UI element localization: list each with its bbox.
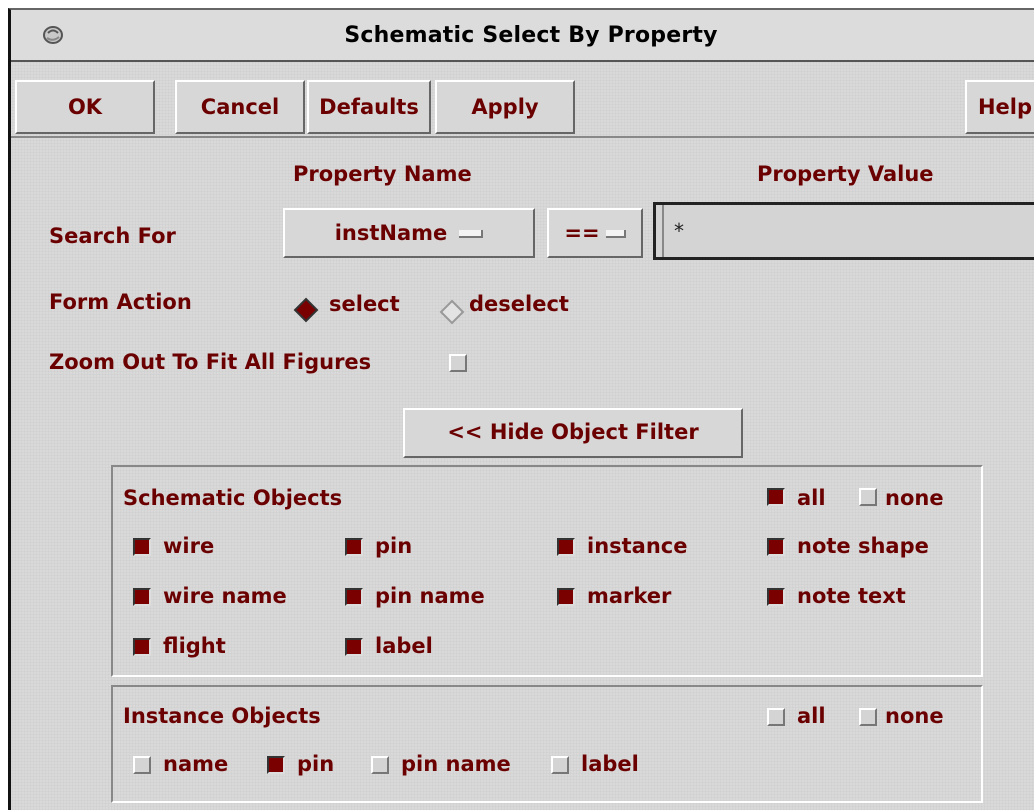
instance-objects-title: Instance Objects [123,704,321,728]
instance-none-checkbox[interactable] [859,708,877,726]
schematic-none-checkbox[interactable] [859,488,877,506]
zoom-out-checkbox[interactable] [449,354,467,372]
property-name-dropdown[interactable]: instName [283,208,535,258]
instance-pin-label[interactable]: pin [297,752,334,776]
toolbar-divider [11,136,1034,138]
instance-pin-checkbox[interactable] [267,756,285,774]
instance-all-checkbox[interactable] [767,708,785,726]
schematic-instance-checkbox[interactable] [557,538,575,556]
property-value-header: Property Value [757,162,934,186]
defaults-button[interactable]: Defaults [307,80,431,134]
deselect-radio-icon[interactable] [439,299,465,325]
schematic-note-text-label[interactable]: note text [797,584,906,608]
schematic-label-label[interactable]: label [375,634,433,658]
apply-button[interactable]: Apply [435,80,575,134]
search-for-label: Search For [49,224,176,248]
schematic-flight-checkbox[interactable] [133,638,151,656]
window-title: Schematic Select By Property [344,23,718,48]
operator-dropdown[interactable]: == [547,208,643,258]
schematic-pin-label[interactable]: pin [375,534,412,558]
instance-objects-group [111,685,983,803]
instance-name-checkbox[interactable] [133,756,151,774]
schematic-pin-checkbox[interactable] [345,538,363,556]
form-action-label: Form Action [49,290,192,314]
property-name-header: Property Name [293,162,472,186]
schematic-pin-name-checkbox[interactable] [345,588,363,606]
dialog-window: Schematic Select By Property OK Cancel D… [8,8,1034,810]
cancel-button[interactable]: Cancel [175,80,305,134]
schematic-none-label[interactable]: none [885,486,944,510]
input-inner-edge [662,205,664,257]
schematic-all-checkbox[interactable] [767,488,785,506]
deselect-radio-label[interactable]: deselect [469,292,569,316]
help-button[interactable]: Help [965,80,1034,134]
property-value-text: * [674,219,684,243]
schematic-instance-label[interactable]: instance [587,534,688,558]
instance-pin-name-label[interactable]: pin name [401,752,511,776]
select-radio-icon[interactable] [293,297,319,323]
property-name-value: instName [334,221,448,245]
instance-label-label[interactable]: label [581,752,639,776]
schematic-wire-name-label[interactable]: wire name [163,584,287,608]
schematic-note-text-checkbox[interactable] [767,588,785,606]
instance-none-label[interactable]: none [885,704,944,728]
instance-pin-name-checkbox[interactable] [371,756,389,774]
schematic-all-label[interactable]: all [797,486,826,510]
dropdown-indicator-icon [605,230,626,238]
schematic-wire-name-checkbox[interactable] [133,588,151,606]
schematic-wire-checkbox[interactable] [133,538,151,556]
ok-button[interactable]: OK [15,80,155,134]
select-radio-label[interactable]: select [329,292,400,316]
property-value-input[interactable]: * [653,202,1034,260]
instance-all-label[interactable]: all [797,704,826,728]
operator-value: == [564,221,600,245]
schematic-pin-name-label[interactable]: pin name [375,584,485,608]
schematic-marker-checkbox[interactable] [557,588,575,606]
schematic-wire-label[interactable]: wire [163,534,214,558]
schematic-note-shape-checkbox[interactable] [767,538,785,556]
instance-label-checkbox[interactable] [551,756,569,774]
schematic-flight-label[interactable]: flight [163,634,226,658]
title-bar: Schematic Select By Property [11,10,1034,62]
hide-object-filter-button[interactable]: << Hide Object Filter [403,408,743,458]
schematic-label-checkbox[interactable] [345,638,363,656]
zoom-out-label: Zoom Out To Fit All Figures [49,350,372,374]
schematic-note-shape-label[interactable]: note shape [797,534,929,558]
schematic-marker-label[interactable]: marker [587,584,671,608]
dropdown-indicator-icon [459,230,484,238]
schematic-objects-title: Schematic Objects [123,486,343,510]
instance-name-label[interactable]: name [163,752,228,776]
